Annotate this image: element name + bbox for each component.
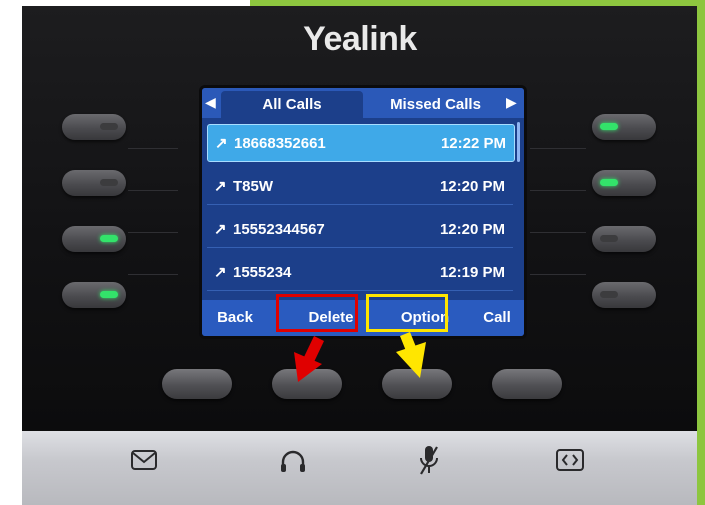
call-time: 12:22 PM [440, 135, 506, 152]
line-key-led-active [600, 179, 618, 186]
brand-logo: Yealink [303, 20, 417, 58]
scrollbar [517, 122, 520, 162]
tab-prev-arrow-icon[interactable]: ◀ [205, 94, 216, 111]
line-key-left-1[interactable] [62, 114, 126, 140]
line-key-led [600, 291, 618, 298]
key-leader-line [530, 232, 586, 233]
call-time: 12:20 PM [439, 178, 505, 195]
lcd-screen: ◀ All Calls Missed Calls ▶ ↗ 18668352661… [202, 88, 524, 336]
soft-key-1-button[interactable] [162, 369, 232, 399]
outgoing-call-icon: ↗ [214, 221, 227, 238]
softkey-call[interactable]: Call [472, 300, 522, 336]
line-key-right-4[interactable] [592, 282, 656, 308]
line-key-right-2[interactable] [592, 170, 656, 196]
call-time: 12:19 PM [439, 264, 505, 281]
line-key-right-3[interactable] [592, 226, 656, 252]
key-leader-line [128, 274, 178, 275]
call-time: 12:20 PM [439, 221, 505, 238]
key-leader-line [530, 148, 586, 149]
option-highlight-box [366, 294, 448, 332]
call-number: 15552344567 [233, 221, 325, 238]
tab-all-calls[interactable]: All Calls [221, 91, 363, 118]
delete-highlight-box [276, 294, 358, 332]
call-log-row[interactable]: ↗ 18668352661 12:22 PM [207, 124, 515, 162]
message-icon[interactable] [130, 447, 158, 473]
frame-accent-right [697, 0, 705, 505]
call-log-row[interactable]: ↗ 1555234 12:19 PM [207, 254, 513, 291]
call-log-row[interactable]: ↗ 15552344567 12:20 PM [207, 211, 513, 248]
line-key-led-active [100, 235, 118, 242]
key-leader-line [128, 148, 178, 149]
line-key-led [600, 235, 618, 242]
key-leader-line [530, 274, 586, 275]
phone-body: Yealink ◀ All Calls Missed Calls ▶ ↗ 186… [22, 6, 697, 431]
line-key-led-active [100, 291, 118, 298]
key-leader-line [128, 190, 178, 191]
line-key-left-3[interactable] [62, 226, 126, 252]
tab-bar: ◀ All Calls Missed Calls ▶ [202, 88, 524, 118]
soft-key-4-button[interactable] [492, 369, 562, 399]
headset-icon[interactable] [278, 447, 308, 475]
call-number: 18668352661 [234, 135, 326, 152]
line-key-led-active [600, 123, 618, 130]
tab-missed-calls[interactable]: Missed Calls [368, 91, 503, 118]
softkey-back[interactable]: Back [210, 300, 260, 336]
frame-left [0, 0, 22, 505]
phone-base-strip [22, 431, 697, 505]
call-number: 1555234 [233, 264, 292, 281]
outgoing-call-icon: ↗ [215, 135, 228, 152]
key-leader-line [128, 232, 178, 233]
line-key-left-4[interactable] [62, 282, 126, 308]
line-key-right-1[interactable] [592, 114, 656, 140]
line-key-led [100, 179, 118, 186]
line-key-left-2[interactable] [62, 170, 126, 196]
key-leader-line [530, 190, 586, 191]
transfer-icon[interactable] [555, 447, 585, 473]
soft-key-3-button[interactable] [382, 369, 452, 399]
mute-icon[interactable] [416, 443, 442, 477]
call-log-row[interactable]: ↗ T85W 12:20 PM [207, 168, 513, 205]
tab-next-arrow-icon[interactable]: ▶ [506, 94, 517, 111]
outgoing-call-icon: ↗ [214, 264, 227, 281]
outgoing-call-icon: ↗ [214, 178, 227, 195]
call-number: T85W [233, 178, 274, 195]
softkey-bar: Back Delete Option Call [202, 300, 524, 336]
soft-key-2-button[interactable] [272, 369, 342, 399]
line-key-led [100, 123, 118, 130]
